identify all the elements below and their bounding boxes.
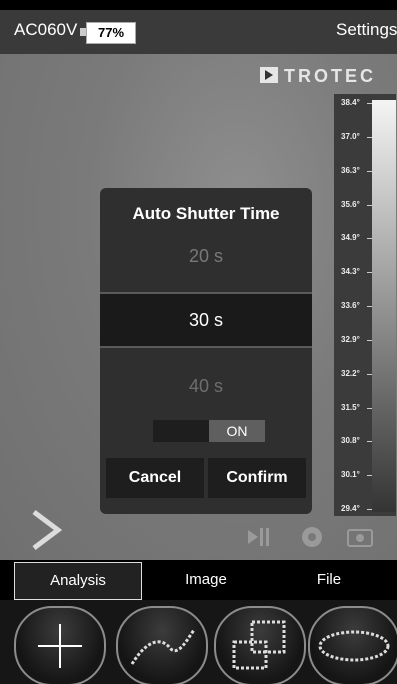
analysis-tools <box>0 600 397 684</box>
expand-arrow-icon[interactable] <box>30 510 62 550</box>
option-next[interactable]: 40 s <box>100 376 312 397</box>
ellipse-area-icon <box>318 630 390 662</box>
scale-tick <box>367 103 372 104</box>
scale-tick <box>367 441 372 443</box>
scale-label: 34.3° <box>341 267 360 277</box>
record-icon[interactable] <box>302 527 322 547</box>
dialog-title: Auto Shutter Time <box>132 204 280 223</box>
tab-analysis[interactable]: Analysis <box>14 562 142 600</box>
battery-level: 77% <box>86 22 136 44</box>
scale-tick <box>367 339 372 341</box>
auto-toggle[interactable]: ON <box>153 420 265 442</box>
scale-tick <box>367 306 372 307</box>
scale-tick <box>367 170 372 172</box>
scale-tick <box>367 272 372 274</box>
tab-bar: Analysis Image File <box>0 560 397 600</box>
media-controls <box>248 527 373 547</box>
scale-tick <box>367 407 372 409</box>
option-selected[interactable]: 30 s <box>100 292 312 348</box>
ellipse-area-tool-button[interactable] <box>308 606 397 684</box>
camera-switch-icon[interactable] <box>347 529 373 547</box>
area-box-tool-button[interactable] <box>214 606 306 684</box>
scale-label: 30.1° <box>341 470 360 480</box>
option-previous[interactable]: 20 s <box>100 246 312 267</box>
scale-label: 34.9° <box>341 233 360 243</box>
scale-label: 35.6° <box>341 199 360 209</box>
tab-image[interactable]: Image <box>143 562 269 598</box>
tab-file[interactable]: File <box>272 562 386 598</box>
scale-label: 38.4° <box>341 98 360 107</box>
line-profile-tool-button[interactable] <box>116 606 208 684</box>
line-profile-icon <box>130 629 196 665</box>
scale-label: 36.3° <box>341 165 360 175</box>
scale-tick <box>367 238 372 240</box>
scale-label: 31.5° <box>341 402 360 412</box>
camera-screen: AC060V 77% Settings TROTEC 38.4° 37.0° 36.… <box>0 0 397 684</box>
cancel-button[interactable]: Cancel <box>106 458 204 498</box>
scale-tick <box>367 373 372 375</box>
scale-label: 33.6° <box>341 301 360 310</box>
crosshair-icon <box>38 624 82 668</box>
brand-logo: TROTEC <box>260 66 390 86</box>
scale-label: 29.4° <box>341 504 360 513</box>
status-bar: AC060V 77% Settings <box>0 10 397 54</box>
toggle-on-label: ON <box>209 420 265 442</box>
scale-label: 37.0° <box>341 131 360 141</box>
scale-tick <box>367 475 372 477</box>
device-name: AC060V <box>14 20 78 39</box>
scale-tick <box>367 204 372 206</box>
scale-tick <box>367 509 372 510</box>
scale-gradient <box>372 100 396 512</box>
scale-label: 32.2° <box>341 368 360 378</box>
area-box-icon <box>232 620 286 670</box>
logo-mark-icon <box>260 67 278 83</box>
settings-button[interactable]: Settings <box>336 20 397 40</box>
confirm-button[interactable]: Confirm <box>208 458 306 498</box>
scale-tick <box>367 136 372 138</box>
scale-label: 30.8° <box>341 436 360 446</box>
brand-name: TROTEC <box>284 66 376 86</box>
crosshair-tool-button[interactable] <box>14 606 106 684</box>
auto-shutter-dialog: Auto Shutter Time 20 s 30 s 40 s ON Canc… <box>100 188 312 514</box>
scale-label: 32.9° <box>341 334 360 344</box>
play-pause-icon[interactable] <box>248 528 269 546</box>
